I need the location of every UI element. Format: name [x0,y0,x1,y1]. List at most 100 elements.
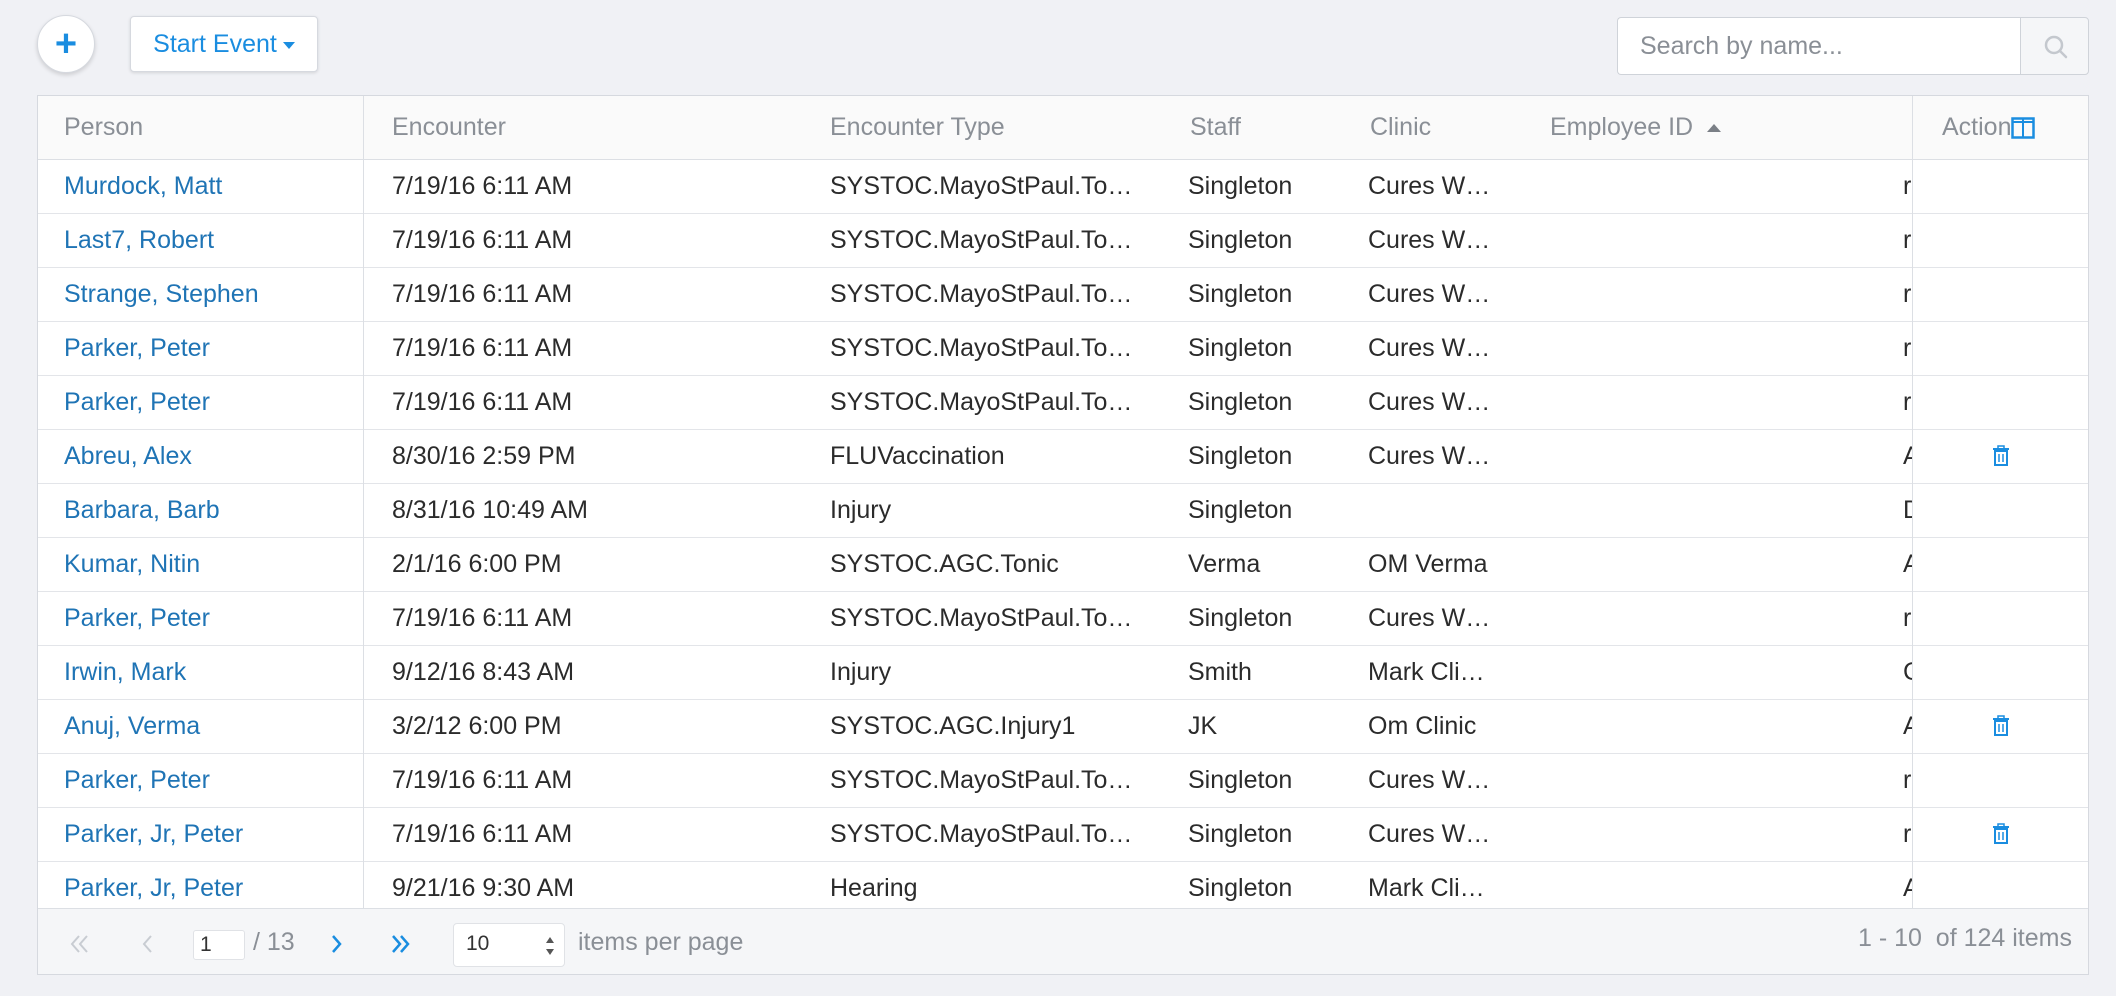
encounter-type-cell: SYSTOC.MayoStPaul.To… [830,334,1133,362]
table-row[interactable]: Abreu, Alex 8/30/16 2:59 PM FLUVaccination… [38,429,2088,484]
encounter-type-cell: SYSTOC.AGC.Injury1 [830,712,1076,740]
encounter-cell: 8/30/16 2:59 PM [392,442,576,470]
page-number-input[interactable] [193,930,245,960]
clinic-cell: Cures W… [1368,388,1491,416]
clinic-cell: Cures W… [1368,604,1491,632]
encounter-cell: 7/19/16 6:11 AM [392,604,573,632]
overflow-cell: A [1903,699,1912,753]
encounter-cell: 7/19/16 6:11 AM [392,226,573,254]
trash-icon[interactable] [1991,445,2011,467]
staff-cell: Singleton [1188,874,1293,902]
next-page-icon[interactable] [328,931,344,957]
staff-cell: Singleton [1188,334,1293,362]
staff-cell: Singleton [1188,604,1293,632]
person-link[interactable]: Irwin, Mark [64,645,354,699]
encounter-cell: 2/1/16 6:00 PM [392,550,562,578]
clinic-cell: OM Verma [1368,550,1488,578]
person-link[interactable]: Parker, Jr, Peter [64,807,354,861]
clinic-cell: Mark Cli… [1368,874,1485,902]
column-header-clinic[interactable]: Clinic [1370,96,1431,159]
table-row[interactable]: Irwin, Mark 9/12/16 8:43 AM Injury Smith Mar… [38,645,2088,700]
page-size-select[interactable]: 10 [453,923,565,967]
search-button[interactable] [2020,17,2089,75]
clinic-cell: Cures W… [1368,820,1491,848]
person-link[interactable]: Barbara, Barb [64,483,354,537]
person-link[interactable]: Anuj, Verma [64,699,354,753]
staff-cell: Singleton [1188,172,1293,200]
table-row[interactable]: Murdock, Matt 7/19/16 6:11 AM SYSTOC.MayoS… [38,159,2088,214]
items-per-page-label: items per page [578,928,744,956]
encounter-type-cell: SYSTOC.MayoStPaul.To… [830,280,1133,308]
last-page-icon[interactable] [388,931,412,957]
items-range-info: 1 - 10 of 124 items [1857,924,2072,952]
encounter-type-cell: SYSTOC.MayoStPaul.To… [830,172,1133,200]
encounter-type-cell: Injury [830,658,892,686]
table-row[interactable]: Parker, Peter 7/19/16 6:11 AM SYSTOC.MayoS… [38,591,2088,646]
overflow-cell: C [1903,645,1912,699]
column-header-encounter-type[interactable]: Encounter Type [830,96,1005,159]
encounter-cell: 7/19/16 6:11 AM [392,280,573,308]
table-row[interactable]: Parker, Jr, Peter 7/19/16 6:11 AM SYSTOC.M… [38,807,2088,862]
clinic-cell: Cures W… [1368,172,1491,200]
encounter-type-cell: SYSTOC.MayoStPaul.To… [830,226,1133,254]
caret-down-icon [282,41,295,49]
encounter-cell: 8/31/16 10:49 AM [392,496,588,524]
search-input[interactable] [1617,17,2021,75]
person-link[interactable]: Abreu, Alex [64,429,354,483]
person-link[interactable]: Murdock, Matt [64,159,354,213]
add-button[interactable]: + [37,15,95,73]
table-row[interactable]: Parker, Peter 7/19/16 6:11 AM SYSTOC.MayoS… [38,321,2088,376]
encounters-grid: Person Encounter Encounter Type Staff Cl… [37,95,2089,975]
overflow-cell: r [1903,604,1912,632]
person-link[interactable]: Parker, Peter [64,375,354,429]
table-row[interactable]: Parker, Peter 7/19/16 6:11 AM SYSTOC.MayoS… [38,375,2088,430]
encounter-type-cell: Hearing [830,874,918,902]
staff-cell: Singleton [1188,442,1293,470]
person-link[interactable]: Strange, Stephen [64,267,354,321]
spinner-arrows-icon [546,937,554,955]
overflow-cell: r [1903,226,1912,254]
employee-id-label: Employee ID [1550,113,1694,141]
encounter-cell: 9/12/16 8:43 AM [392,658,575,686]
first-page-icon[interactable] [68,931,92,957]
overflow-cell: r [1903,334,1912,362]
staff-cell: Verma [1188,550,1261,578]
action-column-divider [1912,96,1913,908]
person-link[interactable]: Parker, Peter [64,321,354,375]
table-row[interactable]: Parker, Peter 7/19/16 6:11 AM SYSTOC.MayoS… [38,753,2088,808]
table-row[interactable]: Strange, Stephen 7/19/16 6:11 AM SYSTOC.Ma… [38,267,2088,322]
column-header-person[interactable]: Person [64,96,143,159]
column-chooser-icon[interactable] [2011,117,2035,139]
staff-cell: Singleton [1188,388,1293,416]
staff-cell: JK [1188,712,1218,740]
search-icon [2044,35,2068,59]
table-row[interactable]: Barbara, Barb 8/31/16 10:49 AM Injury Singl… [38,483,2088,538]
column-header-encounter[interactable]: Encounter [392,96,506,159]
table-row[interactable]: Kumar, Nitin 2/1/16 6:00 PM SYSTOC.AGC.Ton… [38,537,2088,592]
person-link[interactable]: Kumar, Nitin [64,537,354,591]
trash-icon[interactable] [1991,715,2011,737]
previous-page-icon[interactable] [140,931,156,957]
overflow-cell: D [1903,483,1912,537]
table-row[interactable]: Last7, Robert 7/19/16 6:11 AM SYSTOC.MayoS… [38,213,2088,268]
column-header-staff[interactable]: Staff [1190,96,1241,159]
overflow-cell: r [1903,280,1912,308]
person-link[interactable]: Parker, Peter [64,753,354,807]
overflow-cell: r [1903,172,1912,200]
sort-ascending-icon [1707,124,1722,133]
column-header-employee-id[interactable]: Employee ID [1550,96,1722,159]
person-link[interactable]: Parker, Peter [64,591,354,645]
encounter-type-cell: SYSTOC.AGC.Tonic [830,550,1059,578]
encounter-type-cell: SYSTOC.MayoStPaul.To… [830,388,1133,416]
table-row[interactable]: Anuj, Verma 3/2/12 6:00 PM SYSTOC.AGC.Inju… [38,699,2088,754]
staff-cell: Smith [1188,658,1252,686]
clinic-cell: Cures W… [1368,226,1491,254]
start-event-dropdown[interactable]: Start Event [130,16,318,72]
trash-icon[interactable] [1991,823,2011,845]
encounter-type-cell: FLUVaccination [830,442,1005,470]
encounter-type-cell: SYSTOC.MayoStPaul.To… [830,820,1133,848]
person-link[interactable]: Parker, Jr, Peter [64,861,354,915]
staff-cell: Singleton [1188,766,1293,794]
person-link[interactable]: Last7, Robert [64,213,354,267]
staff-cell: Singleton [1188,226,1293,254]
